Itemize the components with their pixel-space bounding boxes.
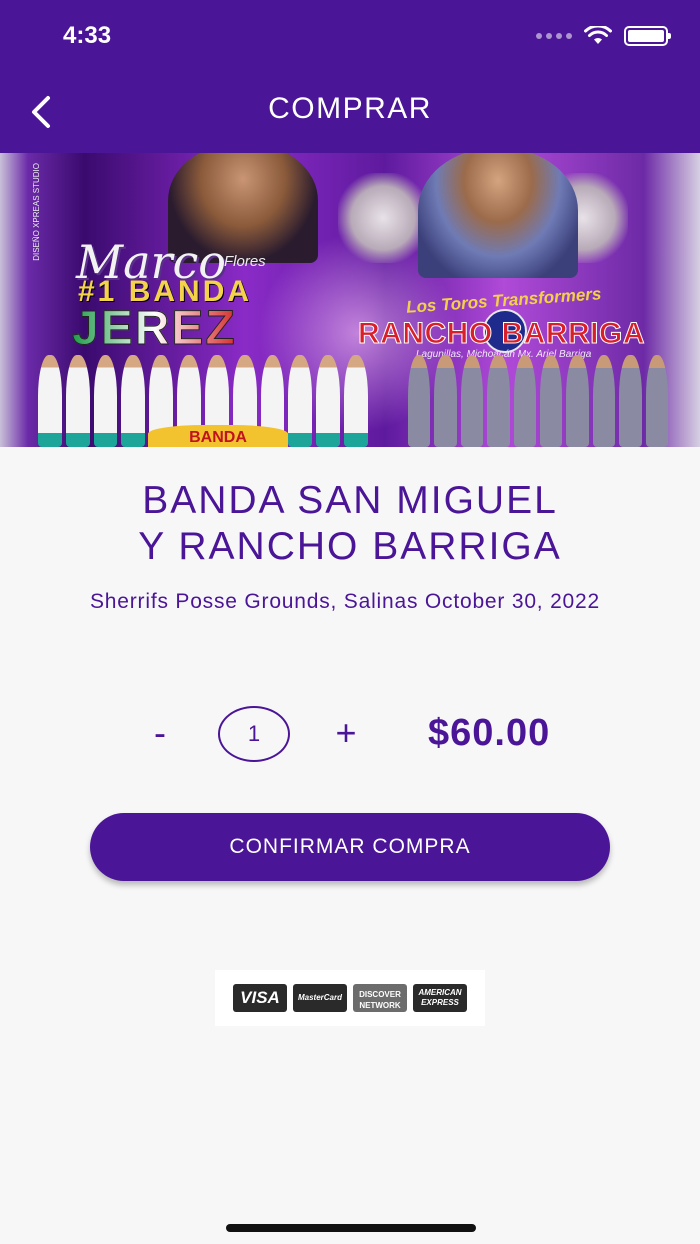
amex-logo: AMERICAN EXPRESS bbox=[413, 984, 467, 1012]
home-indicator[interactable] bbox=[226, 1224, 476, 1232]
banner-text-yellow: BANDA bbox=[148, 425, 288, 447]
wifi-icon bbox=[584, 26, 612, 44]
visa-logo: VISA bbox=[233, 984, 287, 1012]
mastercard-logo: MasterCard bbox=[293, 984, 347, 1012]
total-price: $60.00 bbox=[428, 712, 551, 754]
status-time: 4:33 bbox=[63, 22, 112, 49]
banner-text-rancho: RANCHO BARRIGA bbox=[358, 317, 646, 351]
event-title: BANDA SAN MIGUEL Y RANCHO BARRIGA bbox=[0, 478, 700, 570]
battery-icon bbox=[624, 26, 671, 46]
bull-left-image bbox=[338, 173, 428, 263]
event-banner-image: DISEÑO XPREAS STUDIO Marco Flores #1 BAN… bbox=[0, 153, 700, 447]
event-title-line2: Y RANCHO BARRIGA bbox=[138, 525, 562, 568]
quantity-display: 1 bbox=[218, 706, 290, 762]
increase-quantity-button[interactable]: + bbox=[328, 708, 364, 758]
decrease-quantity-button[interactable]: - bbox=[145, 708, 175, 758]
band-right-image bbox=[408, 347, 669, 447]
status-bar-icons bbox=[536, 26, 671, 46]
event-title-line1: BANDA SAN MIGUEL bbox=[142, 479, 558, 522]
confirm-purchase-button[interactable]: CONFIRMAR COMPRA bbox=[90, 813, 610, 881]
cellular-signal-icon bbox=[536, 33, 572, 39]
banner-credit: DISEÑO XPREAS STUDIO bbox=[32, 163, 41, 261]
accepted-cards: VISA MasterCard DISCOVER NETWORK AMERICA… bbox=[215, 970, 485, 1026]
event-venue-date: Sherrifs Posse Grounds, Salinas October … bbox=[90, 590, 600, 613]
discover-logo: DISCOVER NETWORK bbox=[353, 984, 407, 1012]
app-header: 4:33 COMPRAR bbox=[0, 0, 700, 153]
page-title: COMPRAR bbox=[268, 92, 432, 125]
performer-right-image bbox=[418, 153, 578, 278]
banner-text-flores: Flores bbox=[224, 253, 266, 270]
